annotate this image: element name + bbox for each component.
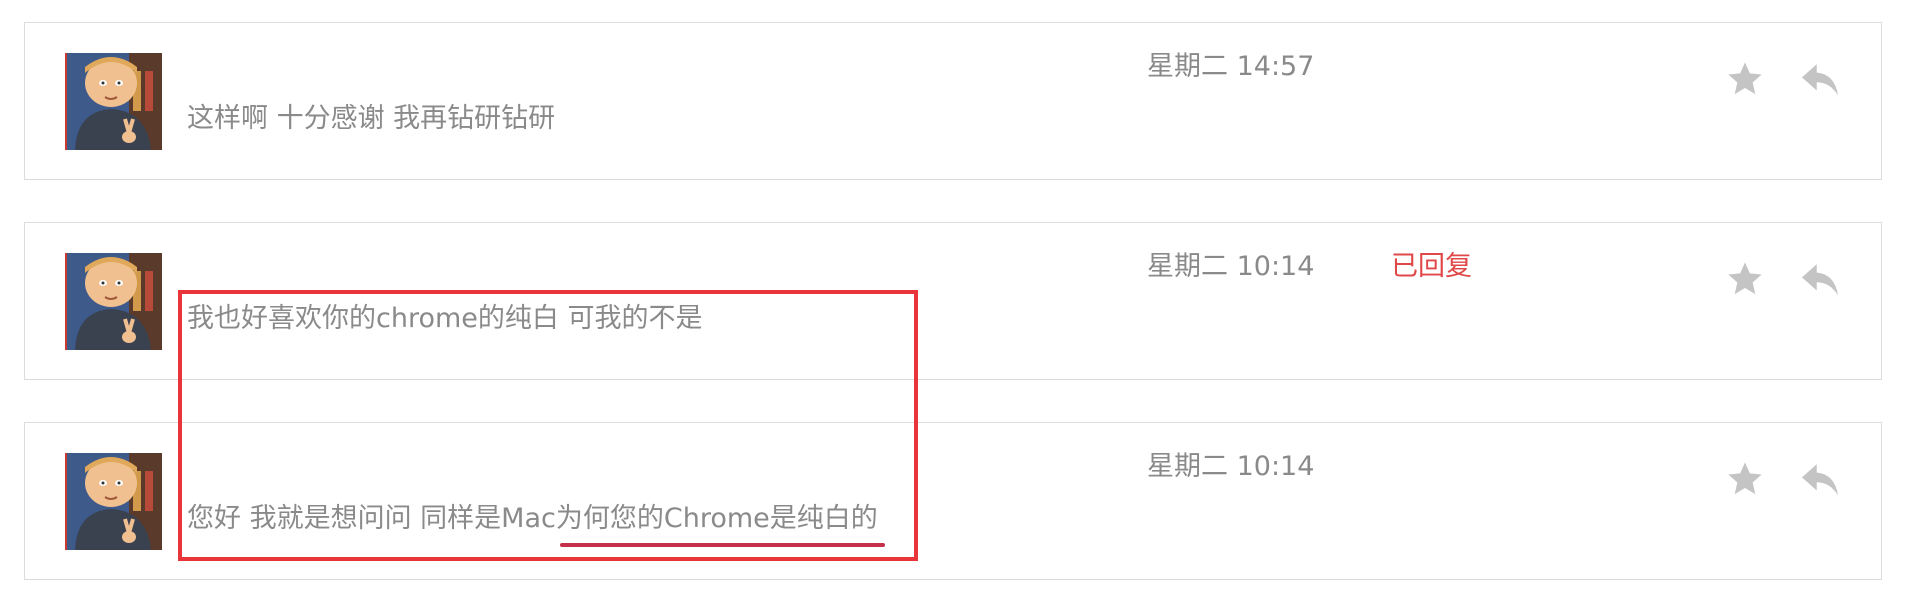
star-icon[interactable] (1725, 259, 1765, 299)
message-text: 这样啊 十分感谢 我再钻研钻研 (187, 103, 556, 134)
star-icon[interactable] (1725, 459, 1765, 499)
message-text: 您好 我就是想问问 同样是Mac为何您的Chrome是纯白的 (187, 503, 878, 534)
message-item[interactable]: 您好 我就是想问问 同样是Mac为何您的Chrome是纯白的 星期二 10:14 (24, 422, 1882, 580)
message-time: 星期二 14:57 (1147, 51, 1315, 82)
message-text: 我也好喜欢你的chrome的纯白 可我的不是 (187, 303, 703, 334)
reply-icon[interactable] (1800, 261, 1840, 297)
message-time: 星期二 10:14 (1147, 451, 1315, 482)
sender-avatar[interactable] (65, 453, 162, 550)
reply-icon[interactable] (1800, 461, 1840, 497)
message-item[interactable]: 这样啊 十分感谢 我再钻研钻研 星期二 14:57 (24, 22, 1882, 180)
message-time: 星期二 10:14 (1147, 251, 1315, 282)
star-icon[interactable] (1725, 59, 1765, 99)
sender-avatar[interactable] (65, 53, 162, 150)
replied-status-label: 已回复 (1391, 251, 1472, 282)
reply-icon[interactable] (1800, 61, 1840, 97)
message-item[interactable]: 我也好喜欢你的chrome的纯白 可我的不是 星期二 10:14 已回复 (24, 222, 1882, 380)
sender-avatar[interactable] (65, 253, 162, 350)
